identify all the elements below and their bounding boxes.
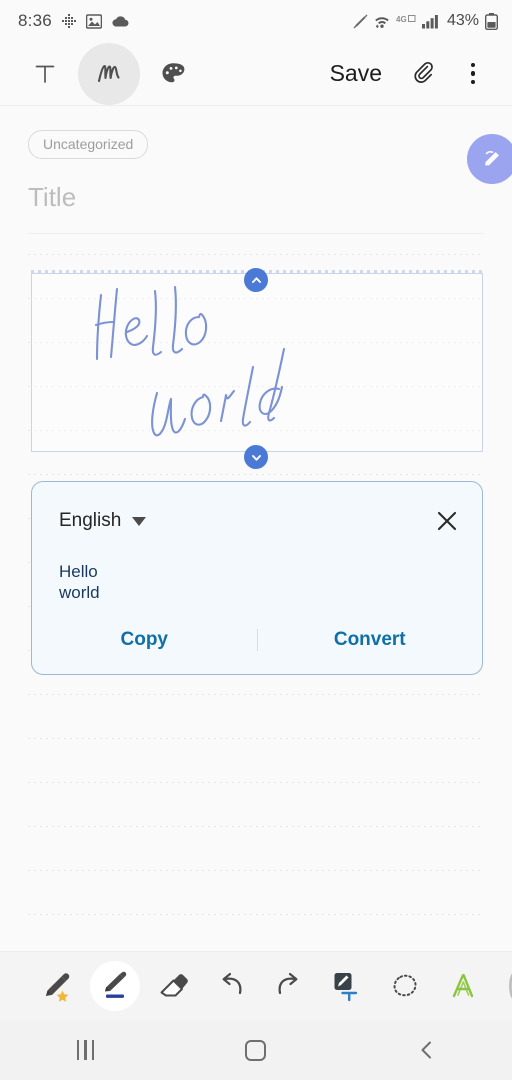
undo-button[interactable] xyxy=(206,961,256,1011)
title-divider xyxy=(28,233,483,234)
language-label: English xyxy=(59,510,122,531)
battery-icon xyxy=(484,12,499,30)
back-chevron-icon xyxy=(416,1039,438,1061)
palette-icon xyxy=(161,62,186,85)
ai-pen-tool-button[interactable] xyxy=(32,961,82,1011)
pen-edit-icon xyxy=(480,147,504,171)
edit-pen-fab[interactable] xyxy=(467,134,512,184)
handwriting-squiggle-icon xyxy=(95,61,123,87)
text-mode-button[interactable] xyxy=(22,51,68,97)
image-icon xyxy=(85,13,103,29)
text-conversion-tool-button[interactable] xyxy=(322,961,372,1011)
more-options-button[interactable] xyxy=(450,51,496,97)
recents-button[interactable] xyxy=(48,1020,122,1080)
redo-button[interactable] xyxy=(264,961,314,1011)
handwriting-recognition-panel: English Hello world Copy Convert xyxy=(31,481,483,675)
back-button[interactable] xyxy=(390,1020,464,1080)
battery-percent: 43% xyxy=(446,12,479,29)
signal-bars-icon xyxy=(421,14,439,29)
pen-tool-toolbar xyxy=(0,951,512,1020)
paperclip-icon xyxy=(411,61,436,86)
top-toolbar-actions: Save xyxy=(316,51,512,97)
svg-text:4G: 4G xyxy=(396,15,407,24)
lasso-select-tool-button[interactable] xyxy=(380,961,430,1011)
text-t-icon xyxy=(34,63,56,85)
three-dots-icon xyxy=(470,62,476,85)
handwriting-mode-button[interactable] xyxy=(78,42,140,105)
save-button[interactable]: Save xyxy=(316,56,396,91)
status-bar-right: 4G 43% xyxy=(353,12,499,30)
copy-button[interactable]: Copy xyxy=(32,629,257,651)
color-palette-button[interactable] xyxy=(150,51,196,97)
recents-icon xyxy=(76,1040,95,1060)
note-top-toolbar: Save xyxy=(0,42,512,106)
home-button[interactable] xyxy=(219,1020,293,1080)
home-icon xyxy=(245,1039,267,1061)
handwriting-selection-box[interactable] xyxy=(31,270,483,452)
more-tools-button[interactable] xyxy=(496,961,512,1011)
pen-tool-button[interactable] xyxy=(90,961,140,1011)
note-app-screen: 8:36 4G 43% Save Uncategorized Title Eng… xyxy=(0,0,512,1080)
highlighter-tool-button[interactable] xyxy=(438,961,488,1011)
chevron-down-icon xyxy=(132,516,147,526)
cloud-icon xyxy=(111,15,129,28)
status-bar: 8:36 4G 43% xyxy=(0,0,512,42)
attachment-button[interactable] xyxy=(400,51,446,97)
close-panel-button[interactable] xyxy=(434,508,460,534)
convert-button[interactable]: Convert xyxy=(258,629,483,651)
category-chip[interactable]: Uncategorized xyxy=(28,130,149,159)
status-time: 8:36 xyxy=(18,11,52,30)
eraser-tool-button[interactable] xyxy=(148,961,198,1011)
note-canvas[interactable]: Uncategorized Title English Hello world … xyxy=(0,106,512,951)
expand-down-handle[interactable] xyxy=(244,445,268,469)
status-bar-left: 8:36 xyxy=(18,11,129,31)
wifi-icon xyxy=(374,14,390,29)
system-navigation-bar xyxy=(0,1020,512,1080)
expand-up-handle[interactable] xyxy=(244,268,268,292)
move-crosshair-icon xyxy=(61,13,77,29)
recognition-panel-actions: Copy Convert xyxy=(32,620,482,660)
recognition-panel-header: English xyxy=(59,508,460,534)
network-type-icon: 4G xyxy=(396,14,416,28)
recognized-text: Hello world xyxy=(59,562,100,602)
mode-switcher xyxy=(0,42,196,105)
dnd-pen-icon xyxy=(353,14,368,29)
note-title-placeholder[interactable]: Title xyxy=(28,182,468,213)
language-selector[interactable]: English xyxy=(59,510,147,532)
